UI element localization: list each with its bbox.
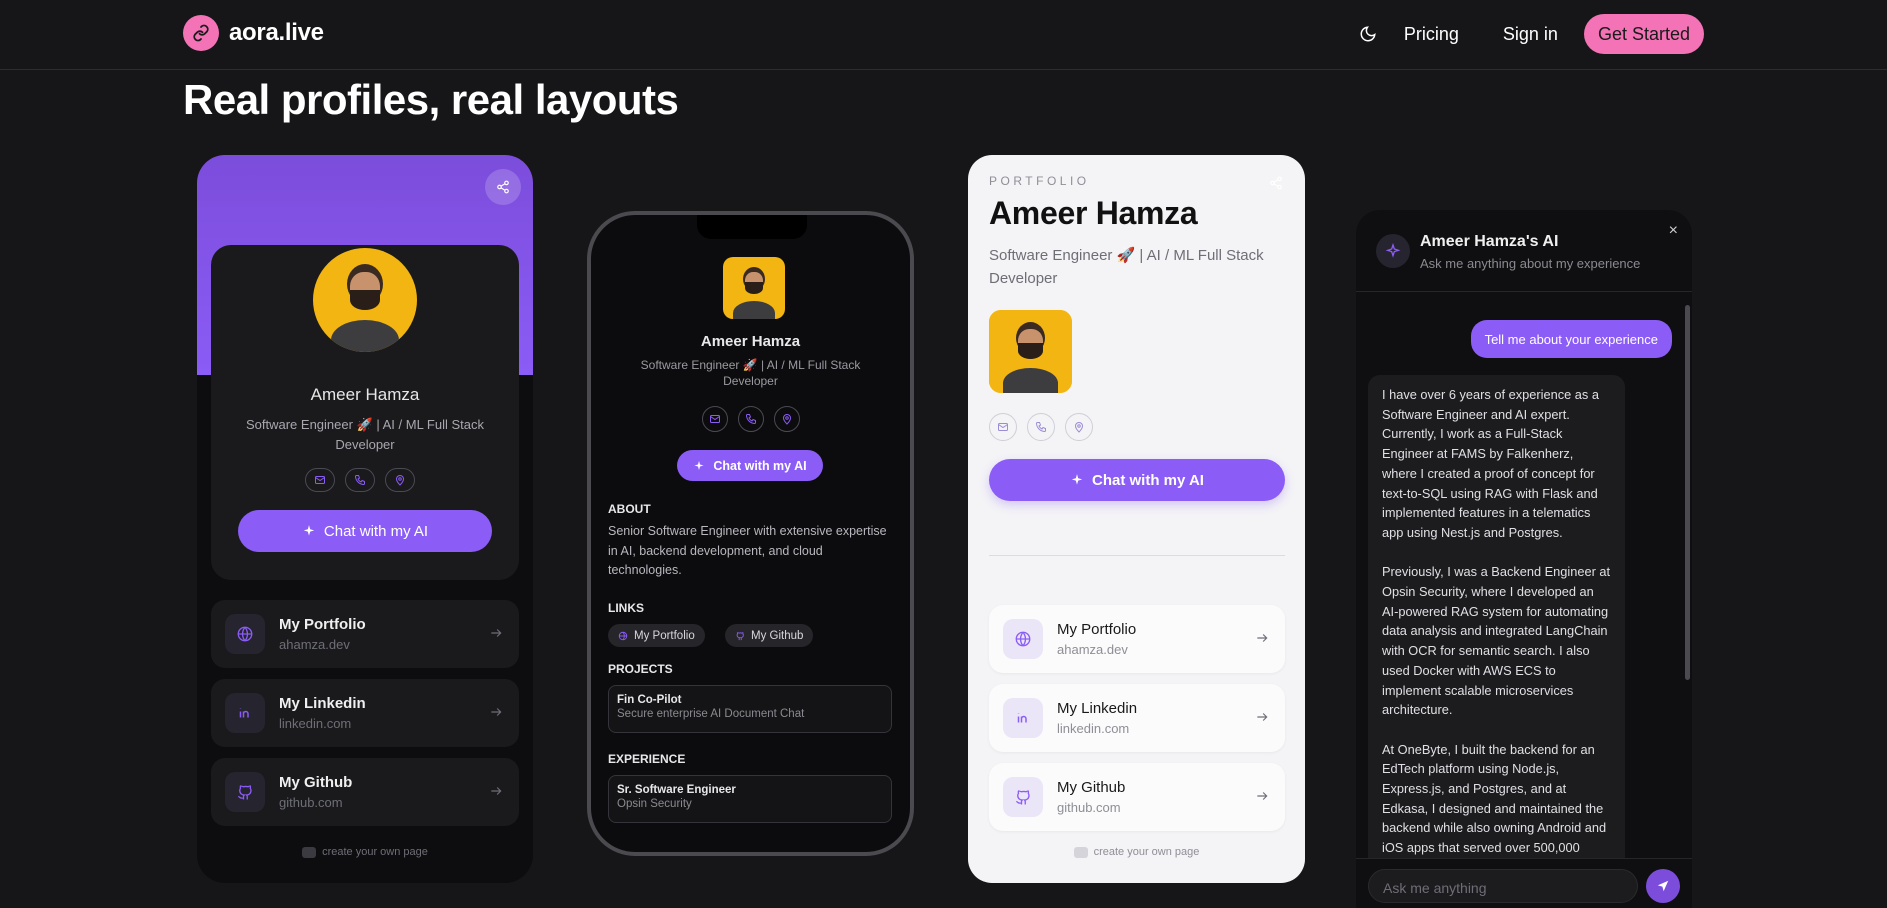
phone-icon[interactable] bbox=[738, 406, 764, 432]
sparkle-icon bbox=[694, 460, 704, 470]
email-icon[interactable] bbox=[702, 406, 728, 432]
logo-mini-icon bbox=[1073, 846, 1088, 858]
project-item[interactable]: Fin Co-Pilot Secure enterprise AI Docume… bbox=[608, 685, 892, 733]
profile-card-purple: Ameer Hamza Software Engineer 🚀 | AI / M… bbox=[197, 155, 533, 883]
nav-links: Pricing Sign in Get Started bbox=[1348, 14, 1704, 54]
logo-mini-icon bbox=[302, 846, 317, 858]
about-text: Senior Software Engineer with extensive … bbox=[608, 524, 887, 577]
chat-header: Ameer Hamza's AI Ask me anything about m… bbox=[1356, 210, 1692, 292]
location-icon[interactable] bbox=[774, 406, 800, 432]
profile-name: Ameer Hamza bbox=[989, 195, 1198, 231]
top-nav-bar: aora.live Pricing Sign in Get Started bbox=[0, 0, 1887, 70]
chat-input[interactable]: Ask me anything bbox=[1368, 869, 1638, 903]
linkedin-icon bbox=[225, 693, 265, 733]
profile-bio: Software Engineer 🚀 | AI / ML Full Stack… bbox=[245, 417, 484, 452]
link-linkedin[interactable]: My Linkedin linkedin.com bbox=[211, 679, 519, 747]
github-icon bbox=[225, 772, 265, 812]
chat-subtitle: Ask me anything about my experience bbox=[1420, 256, 1641, 271]
sparkle-icon bbox=[303, 525, 315, 536]
brand-logo[interactable]: aora.live bbox=[183, 15, 324, 51]
chat-with-ai-button[interactable]: Chat with my AI bbox=[677, 450, 823, 481]
profile-bio: Software Engineer 🚀 | AI / ML Full Stack… bbox=[989, 247, 1264, 287]
profile-name: Ameer Hamza bbox=[310, 385, 420, 404]
email-icon[interactable] bbox=[305, 468, 335, 492]
globe-icon bbox=[1003, 619, 1043, 659]
link-github[interactable]: My Github github.com bbox=[989, 763, 1285, 831]
page-title: Real profiles, real layouts bbox=[183, 76, 679, 123]
chat-with-ai-button[interactable]: Chat with my AI bbox=[238, 510, 492, 552]
contact-icons bbox=[702, 406, 800, 432]
send-button[interactable] bbox=[1646, 869, 1680, 903]
user-message: Tell me about your experience bbox=[1470, 320, 1672, 358]
nav-pricing-link[interactable]: Pricing bbox=[1404, 24, 1459, 45]
link-icon bbox=[183, 15, 219, 51]
brand-name: aora.live bbox=[229, 19, 324, 46]
avatar bbox=[723, 257, 785, 319]
about-heading: ABOUT bbox=[608, 502, 651, 516]
share-icon bbox=[497, 180, 509, 194]
close-icon[interactable]: × bbox=[1669, 222, 1678, 240]
links-heading: LINKS bbox=[608, 601, 644, 615]
github-icon bbox=[736, 631, 744, 640]
location-icon[interactable] bbox=[1065, 413, 1093, 441]
moon-icon bbox=[1360, 26, 1376, 42]
experience-item[interactable]: Sr. Software Engineer Opsin Security bbox=[608, 775, 892, 823]
chat-scrollbar[interactable] bbox=[1685, 305, 1690, 680]
divider bbox=[989, 555, 1285, 556]
share-button[interactable] bbox=[485, 169, 521, 205]
arrow-right-icon bbox=[1257, 713, 1268, 721]
chat-input-bar: Ask me anything bbox=[1356, 858, 1692, 908]
link-portfolio[interactable]: My Portfolio ahamza.dev bbox=[211, 600, 519, 668]
profile-name: Ameer Hamza bbox=[700, 333, 801, 350]
create-page-link[interactable]: create your own page bbox=[197, 846, 533, 858]
send-icon bbox=[1657, 880, 1669, 892]
share-icon[interactable] bbox=[1269, 176, 1283, 190]
arrow-right-icon bbox=[1257, 634, 1268, 642]
theme-toggle-button[interactable] bbox=[1348, 14, 1388, 54]
experience-heading: EXPERIENCE bbox=[608, 752, 686, 766]
arrow-right-icon bbox=[491, 787, 502, 795]
phone-icon[interactable] bbox=[1027, 413, 1055, 441]
profile-bio: Software Engineer 🚀 | AI / ML Full Stack… bbox=[640, 358, 861, 388]
profile-panel: Ameer Hamza Software Engineer 🚀 | AI / M… bbox=[211, 245, 519, 580]
nav-signin-link[interactable]: Sign in bbox=[1503, 24, 1558, 45]
chip-portfolio[interactable]: My Portfolio bbox=[608, 624, 705, 647]
link-portfolio[interactable]: My Portfolio ahamza.dev bbox=[989, 605, 1285, 673]
avatar bbox=[313, 248, 417, 352]
phone-notch bbox=[697, 215, 807, 239]
globe-icon bbox=[225, 614, 265, 654]
ai-chat-panel: Ameer Hamza's AI Ask me anything about m… bbox=[1356, 210, 1692, 908]
email-icon[interactable] bbox=[989, 413, 1017, 441]
arrow-right-icon bbox=[1257, 792, 1268, 800]
portfolio-label: PORTFOLIO bbox=[989, 174, 1090, 188]
location-icon[interactable] bbox=[385, 468, 415, 492]
ai-message: I have over 6 years of experience as a S… bbox=[1368, 375, 1625, 895]
globe-icon bbox=[618, 631, 628, 640]
chat-title: Ameer Hamza's AI bbox=[1420, 233, 1559, 250]
linkedin-icon bbox=[1003, 698, 1043, 738]
contact-icons bbox=[305, 468, 415, 492]
arrow-right-icon bbox=[491, 629, 502, 637]
profile-photo bbox=[989, 310, 1072, 393]
create-page-link[interactable]: create your own page bbox=[968, 846, 1305, 858]
portfolio-card-light: PORTFOLIO Ameer Hamza Software Engineer … bbox=[968, 155, 1305, 883]
phone-icon[interactable] bbox=[345, 468, 375, 492]
link-linkedin[interactable]: My Linkedin linkedin.com bbox=[989, 684, 1285, 752]
get-started-button[interactable]: Get Started bbox=[1583, 14, 1704, 54]
github-icon bbox=[1003, 777, 1043, 817]
arrow-right-icon bbox=[491, 708, 502, 716]
chip-github[interactable]: My Github bbox=[725, 624, 814, 647]
projects-heading: PROJECTS bbox=[608, 662, 673, 676]
link-github[interactable]: My Github github.com bbox=[211, 758, 519, 826]
phone-mockup: Ameer Hamza Software Engineer 🚀 | AI / M… bbox=[587, 211, 914, 856]
sparkle-icon bbox=[1376, 234, 1410, 268]
sparkle-icon bbox=[1071, 474, 1083, 485]
contact-icons bbox=[989, 413, 1093, 441]
chat-with-ai-button[interactable]: Chat with my AI bbox=[989, 459, 1285, 501]
